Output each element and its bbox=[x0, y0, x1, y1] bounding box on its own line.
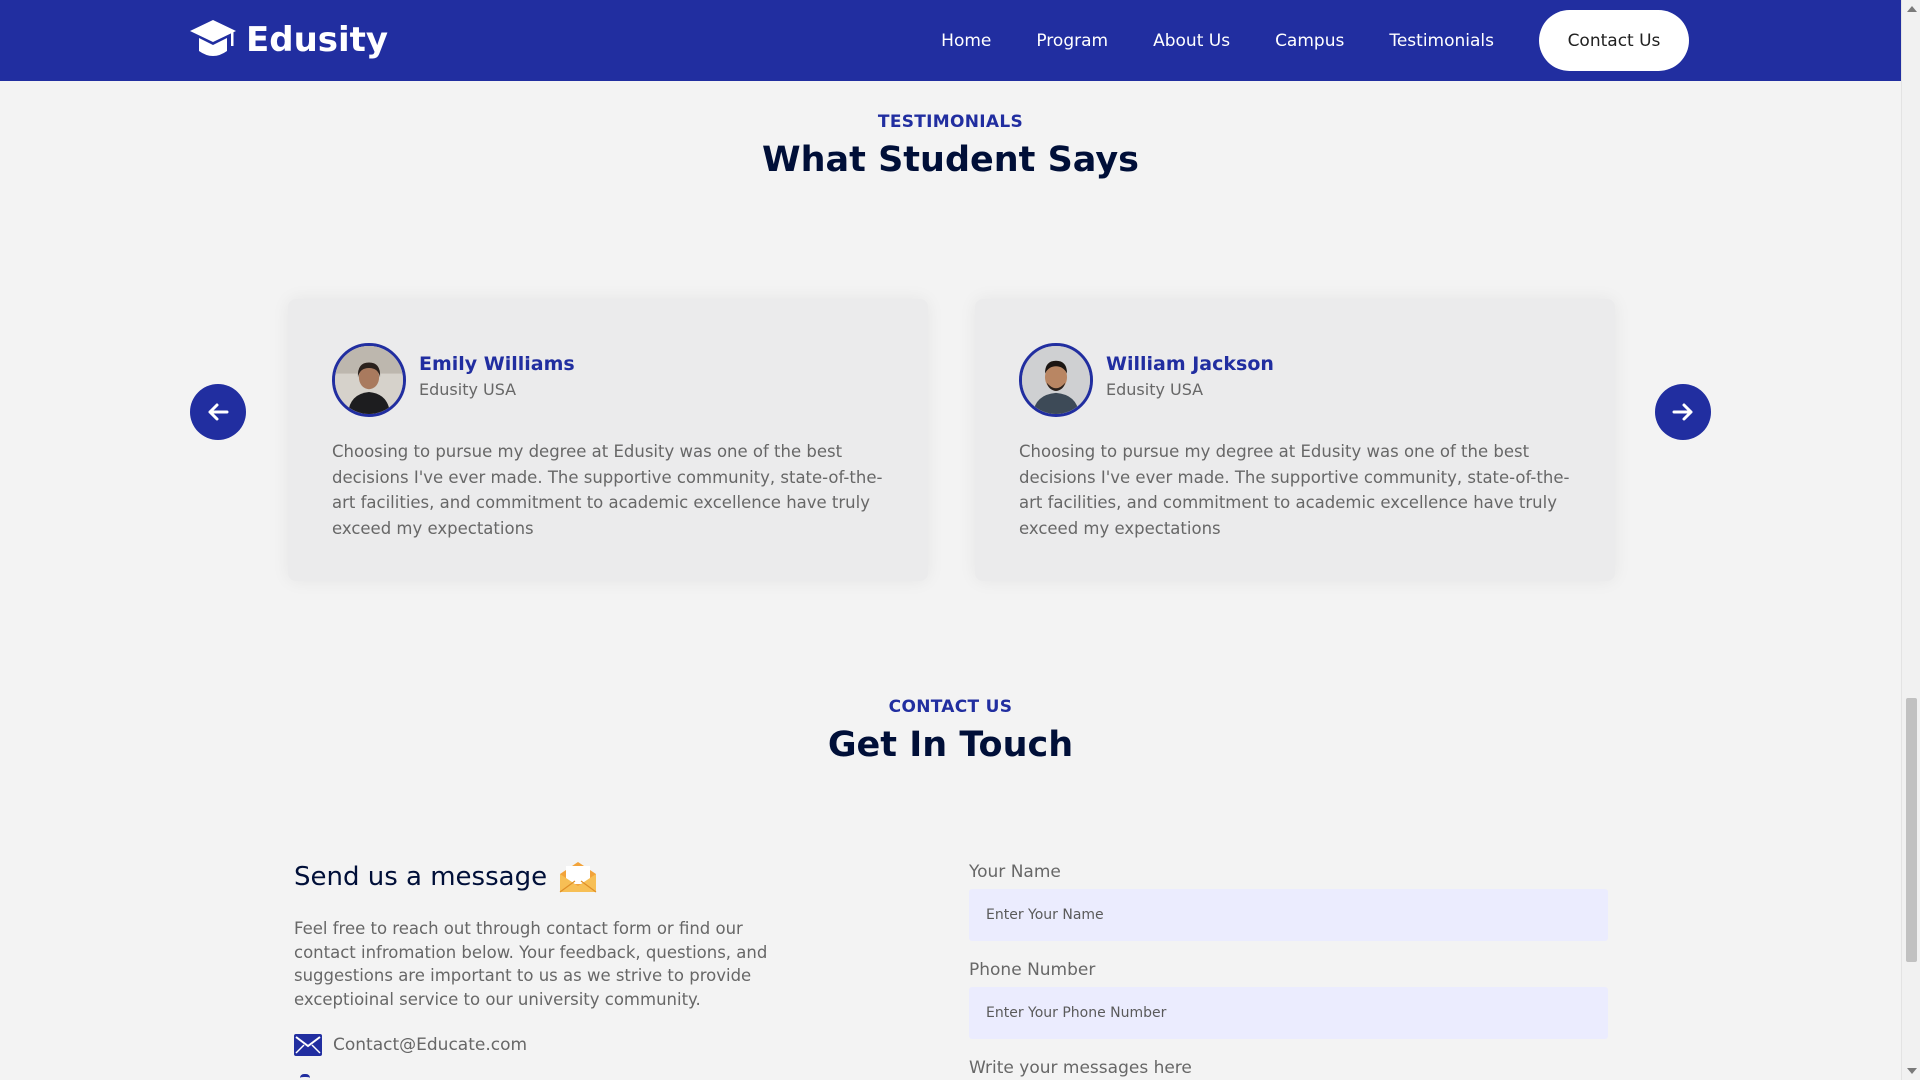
avatar bbox=[332, 343, 406, 417]
testimonial-card: William Jackson Edusity USA Choosing to … bbox=[975, 299, 1615, 581]
scrollbar[interactable] bbox=[1901, 0, 1920, 1080]
contact-subtitle: CONTACT US bbox=[888, 697, 1013, 717]
testimonial-text: Choosing to pursue my degree at Edusity … bbox=[1019, 442, 1570, 538]
contact-title: Get In Touch bbox=[827, 725, 1074, 765]
scroll-down-arrow-icon[interactable] bbox=[1907, 1068, 1917, 1074]
testimonial-name: Emily Williams bbox=[419, 353, 575, 375]
name-label: Your Name bbox=[969, 862, 1061, 882]
testimonial-org: Edusity USA bbox=[1106, 380, 1204, 399]
graduation-cap-icon bbox=[190, 20, 236, 56]
send-message-heading: Send us a message bbox=[294, 860, 598, 894]
logo-text: Edusity bbox=[246, 20, 389, 60]
arrow-right-icon bbox=[1672, 403, 1693, 421]
testimonial-name: William Jackson bbox=[1106, 353, 1274, 375]
phone-label: Phone Number bbox=[969, 960, 1096, 980]
contact-email-text[interactable]: Contact@Educate.com bbox=[333, 1035, 527, 1055]
phone-icon bbox=[300, 1074, 310, 1080]
nav-links: Home Program About Us Campus Testimonial… bbox=[896, 10, 1689, 71]
next-slide-button[interactable] bbox=[1655, 384, 1711, 440]
arrow-left-icon bbox=[208, 403, 229, 421]
nav-about-us[interactable]: About Us bbox=[1153, 31, 1230, 51]
avatar bbox=[1019, 343, 1093, 417]
nav-campus[interactable]: Campus bbox=[1275, 31, 1344, 51]
contact-email-row: Contact@Educate.com bbox=[294, 1034, 527, 1056]
prev-slide-button[interactable] bbox=[190, 384, 246, 440]
scroll-up-arrow-icon[interactable] bbox=[1907, 6, 1917, 12]
logo[interactable]: Edusity bbox=[189, 18, 388, 62]
envelope-open-icon bbox=[559, 862, 597, 893]
send-message-title: Send us a message bbox=[294, 862, 548, 892]
testimonial-org: Edusity USA bbox=[419, 380, 517, 399]
nav-program[interactable]: Program bbox=[1036, 31, 1108, 51]
testimonial-text: Choosing to pursue my degree at Edusity … bbox=[332, 442, 883, 538]
mail-icon bbox=[294, 1034, 322, 1056]
testimonial-card: Emily Williams Edusity USA Choosing to p… bbox=[288, 299, 928, 581]
testimonials-title: What Student Says bbox=[762, 140, 1139, 180]
scrollbar-thumb[interactable] bbox=[1906, 698, 1917, 962]
contact-us-button[interactable]: Contact Us bbox=[1539, 10, 1689, 71]
message-label: Write your messages here bbox=[969, 1058, 1192, 1078]
name-input[interactable] bbox=[969, 889, 1608, 941]
contact-description: Feel free to reach out through contact f… bbox=[294, 919, 768, 1009]
navbar: Edusity Home Program About Us Campus Tes… bbox=[0, 0, 1901, 81]
testimonials-subtitle: TESTIMONIALS bbox=[877, 112, 1024, 132]
nav-home[interactable]: Home bbox=[941, 31, 991, 51]
nav-testimonials[interactable]: Testimonials bbox=[1389, 31, 1494, 51]
phone-input[interactable] bbox=[969, 987, 1608, 1039]
